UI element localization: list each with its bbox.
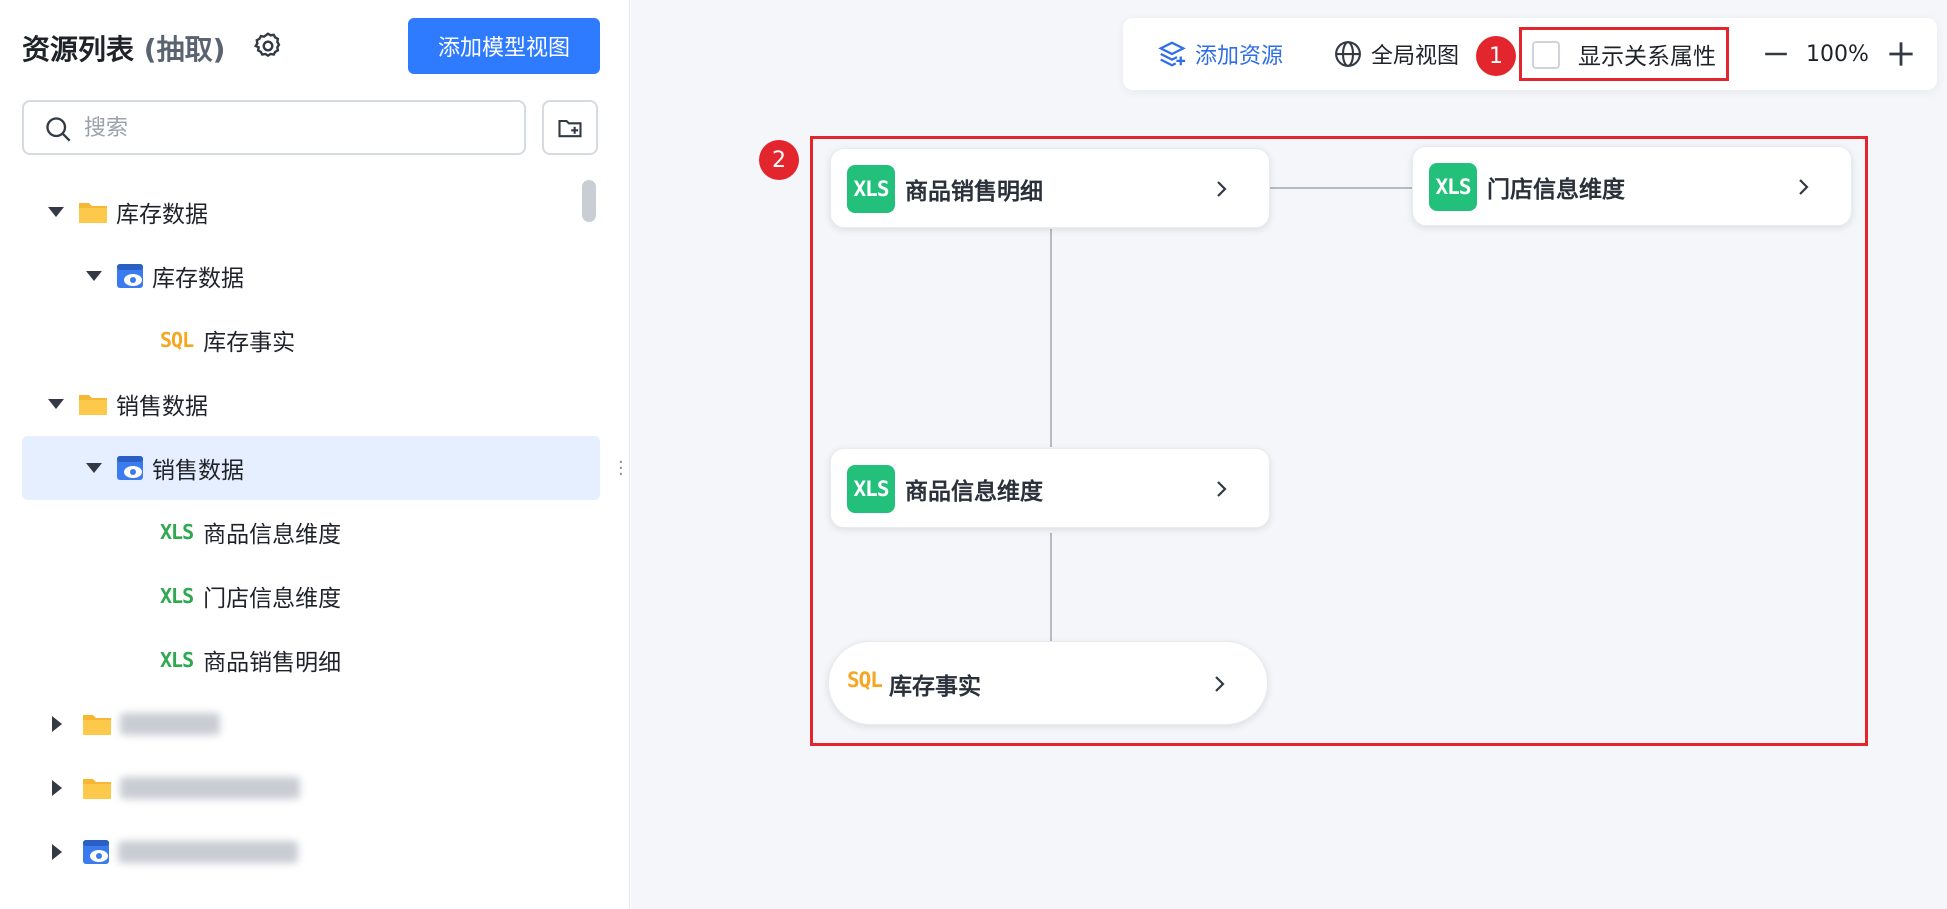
sidebar-title-text: 资源列表 — [22, 33, 135, 66]
caret-down-icon[interactable] — [48, 207, 64, 217]
gear-icon[interactable] — [252, 30, 284, 62]
zoom-level: 100% — [1806, 41, 1869, 67]
xls-icon: XLS — [160, 584, 194, 608]
chevron-right-icon[interactable] — [1209, 674, 1229, 694]
relation-edge[interactable] — [1050, 229, 1052, 447]
caret-right-icon[interactable] — [52, 780, 62, 796]
chevron-right-icon[interactable] — [1211, 179, 1231, 199]
chevron-right-icon[interactable] — [1793, 177, 1813, 197]
zoom-in-button[interactable] — [1887, 18, 1915, 90]
chevron-right-icon[interactable] — [1211, 479, 1231, 499]
add-resource-label: 添加资源 — [1195, 44, 1284, 69]
tree-item-table[interactable]: SQL 库存事实 — [22, 308, 600, 372]
tree-item-view[interactable]: 库存数据 — [22, 244, 600, 308]
blurred-label — [120, 713, 220, 735]
table-node-label: 门店信息维度 — [1487, 177, 1625, 203]
tree-item-view-selected[interactable]: 销售数据 — [22, 436, 600, 500]
folder-icon — [79, 395, 107, 415]
table-node[interactable]: XLS 商品信息维度 — [830, 448, 1270, 528]
annotation-badge-1: 1 — [1476, 36, 1516, 76]
tree-item-table[interactable]: XLS 商品销售明细 — [22, 628, 600, 692]
tree-item-label: 商品销售明细 — [203, 650, 342, 676]
table-node-sql[interactable]: SQL 库存事实 — [828, 641, 1268, 725]
show-relation-attrs-checkbox[interactable] — [1532, 41, 1560, 69]
model-view-icon — [83, 840, 109, 864]
search-input[interactable] — [84, 112, 504, 144]
sidebar-header: 资源列表 (抽取) 添加模型视图 — [22, 18, 600, 74]
xls-icon: XLS — [160, 648, 194, 672]
annotation-badge-2: 2 — [759, 140, 799, 180]
global-view-button[interactable]: 全局视图 — [1333, 18, 1459, 90]
table-node[interactable]: XLS 商品销售明细 — [830, 148, 1270, 228]
caret-down-icon[interactable] — [86, 463, 102, 473]
zoom-out-button[interactable] — [1763, 18, 1789, 90]
relation-edge[interactable] — [1270, 187, 1412, 189]
search-box[interactable] — [22, 100, 526, 155]
add-model-view-button[interactable]: 添加模型视图 — [408, 18, 600, 74]
model-view-icon — [117, 456, 143, 480]
tree-item-table[interactable]: XLS 门店信息维度 — [22, 564, 600, 628]
add-resource-button[interactable]: 添加资源 — [1157, 18, 1283, 90]
resource-tree: 库存数据 库存数据 SQL 库存事实 销售数据 销售数据 XLS 商品信息维度 … — [22, 180, 600, 884]
table-node-label: 库存事实 — [889, 674, 981, 700]
minus-icon — [1765, 52, 1787, 56]
tree-item-label: 销售数据 — [116, 394, 208, 420]
tree-scrollbar[interactable] — [582, 180, 596, 222]
xls-icon: XLS — [847, 165, 895, 213]
model-view-icon — [117, 264, 143, 288]
xls-icon: XLS — [1429, 163, 1477, 211]
resource-sidebar: 资源列表 (抽取) 添加模型视图 库存数据 — [0, 0, 630, 909]
tree-item-label: 商品信息维度 — [203, 522, 342, 548]
table-node[interactable]: XLS 门店信息维度 — [1412, 146, 1852, 226]
canvas-toolbar: 添加资源 全局视图 显示关系属性 100% — [1123, 18, 1937, 90]
tree-item-label: 库存事实 — [203, 330, 296, 356]
folder-icon — [79, 203, 107, 223]
table-node-label: 商品销售明细 — [905, 179, 1043, 205]
blurred-label — [118, 841, 298, 863]
caret-right-icon[interactable] — [52, 844, 62, 860]
globe-icon — [1335, 41, 1361, 67]
xls-icon: XLS — [160, 520, 194, 544]
folder-plus-icon — [558, 119, 582, 138]
sql-icon: SQL — [847, 668, 883, 692]
xls-icon: XLS — [847, 465, 895, 513]
tree-item-folder[interactable]: 销售数据 — [22, 372, 600, 436]
folder-icon — [83, 779, 111, 799]
search-icon — [46, 117, 71, 142]
tree-item-folder-blurred[interactable] — [22, 756, 600, 820]
layers-plus-icon — [1158, 41, 1186, 67]
caret-down-icon[interactable] — [48, 399, 64, 409]
show-relation-attrs-highlight: 显示关系属性 — [1519, 27, 1729, 81]
plus-icon — [1889, 42, 1913, 66]
new-folder-button[interactable] — [542, 100, 598, 155]
tree-item-folder-blurred[interactable] — [22, 692, 600, 756]
tree-item-view-blurred[interactable] — [22, 820, 600, 884]
blurred-label — [120, 777, 300, 799]
sql-icon: SQL — [160, 328, 194, 352]
panel-resize-handle[interactable]: · · · — [618, 454, 624, 484]
folder-icon — [83, 715, 111, 735]
sidebar-title: 资源列表 (抽取) — [22, 28, 225, 68]
caret-right-icon[interactable] — [52, 716, 62, 732]
caret-down-icon[interactable] — [86, 271, 102, 281]
global-view-label: 全局视图 — [1371, 44, 1460, 69]
tree-item-label: 门店信息维度 — [203, 586, 342, 612]
show-relation-attrs-label[interactable]: 显示关系属性 — [1578, 30, 1716, 78]
table-node-label: 商品信息维度 — [905, 479, 1043, 505]
relation-edge[interactable] — [1050, 533, 1052, 641]
tree-item-label: 库存数据 — [152, 266, 244, 292]
sidebar-title-mode: (抽取) — [143, 33, 226, 66]
tree-item-table[interactable]: XLS 商品信息维度 — [22, 500, 600, 564]
tree-item-label: 库存数据 — [116, 202, 208, 228]
tree-item-folder[interactable]: 库存数据 — [22, 180, 600, 244]
tree-item-label: 销售数据 — [152, 458, 244, 484]
